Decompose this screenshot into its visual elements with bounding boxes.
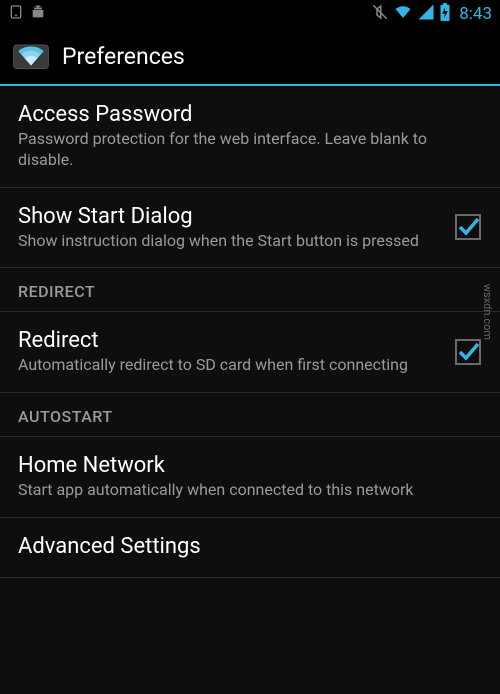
category-redirect: REDIRECT [0,268,500,312]
pref-title: Access Password [18,102,482,127]
pref-title: Redirect [18,328,442,353]
android-icon [30,4,46,24]
mute-icon [371,3,389,25]
action-bar: Preferences [0,28,500,86]
page-title: Preferences [62,43,185,70]
wifi-icon [393,3,413,25]
watermark: wsxdn.com [481,284,494,340]
checkbox-checked-icon[interactable] [454,213,482,241]
pref-show-start-dialog[interactable]: Show Start Dialog Show instruction dialo… [0,188,500,269]
battery-icon [439,3,451,25]
pref-summary: Start app automatically when connected t… [18,480,482,501]
pref-summary: Password protection for the web interfac… [18,129,482,171]
signal-icon [417,3,435,25]
preferences-list: Access Password Password protection for … [0,86,500,694]
app-wifi-icon [12,37,50,75]
checkbox-checked-icon[interactable] [454,338,482,366]
status-right: 8:43 [371,3,492,25]
status-left [8,4,46,24]
pref-title: Home Network [18,453,482,478]
pref-redirect[interactable]: Redirect Automatically redirect to SD ca… [0,312,500,393]
category-autostart: AUTOSTART [0,393,500,437]
pref-advanced-settings[interactable]: Advanced Settings [0,518,500,578]
usb-debug-icon [8,4,24,24]
pref-summary: Show instruction dialog when the Start b… [18,231,442,252]
pref-title: Show Start Dialog [18,204,442,229]
pref-title: Advanced Settings [18,534,482,559]
status-bar: 8:43 [0,0,500,28]
status-clock: 8:43 [459,4,492,24]
pref-summary: Automatically redirect to SD card when f… [18,355,442,376]
pref-access-password[interactable]: Access Password Password protection for … [0,86,500,188]
pref-home-network[interactable]: Home Network Start app automatically whe… [0,437,500,518]
